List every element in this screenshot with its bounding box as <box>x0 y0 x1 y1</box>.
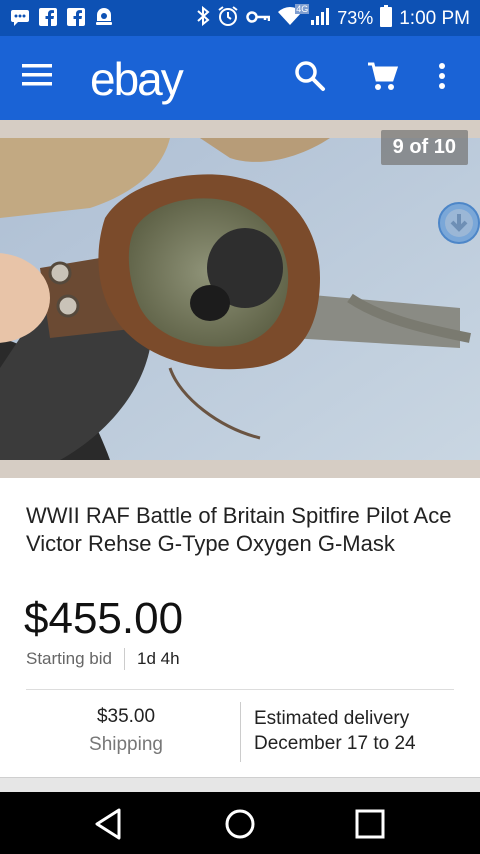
shipping-info[interactable]: $35.00 Shipping <box>26 706 226 756</box>
vpn-key-icon <box>246 8 271 29</box>
time-left: 1d 4h <box>137 649 180 668</box>
delivery-label: Estimated delivery <box>254 708 410 729</box>
more-vert-icon <box>439 63 445 89</box>
download-button[interactable] <box>438 202 480 244</box>
search-icon <box>295 61 325 91</box>
download-icon <box>445 209 473 237</box>
product-photo[interactable] <box>0 138 480 460</box>
alarm-icon <box>217 5 239 32</box>
search-button[interactable] <box>294 60 330 96</box>
delivery-dates: December 17 to 24 <box>254 733 416 754</box>
status-bar: 4G 73% 1:00 PM <box>0 0 480 36</box>
recents-button[interactable] <box>350 804 390 844</box>
divider <box>26 689 454 690</box>
home-icon <box>225 809 255 839</box>
shipping-cost: $35.00 <box>96 706 156 727</box>
bluetooth-icon <box>196 5 210 31</box>
clock: 1:00 PM <box>399 7 470 29</box>
network-type-label: 4G <box>295 4 310 14</box>
back-button[interactable] <box>89 804 129 844</box>
navigation-bar <box>0 792 480 854</box>
bid-type-label: Starting bid <box>26 649 112 668</box>
recents-icon <box>355 809 385 839</box>
app-bar: ebay <box>0 36 480 120</box>
facebook-icon <box>38 7 58 27</box>
vertical-divider <box>240 702 241 762</box>
cart-icon <box>368 62 399 90</box>
delivery-info[interactable]: Estimated delivery December 17 to 24 <box>254 706 474 756</box>
wifi-icon: 4G <box>277 4 310 31</box>
listing-title: WWII RAF Battle of Britain Spitfire Pilo… <box>26 503 452 556</box>
image-counter: 9 of 10 <box>380 130 468 165</box>
image-gallery[interactable]: 9 of 10 <box>0 120 480 478</box>
ebay-notification-icon <box>94 7 114 27</box>
battery-percent: 73% <box>337 8 374 28</box>
cart-button[interactable] <box>366 60 404 96</box>
notification-icons <box>10 7 114 27</box>
listing-price: $455.00 <box>24 594 184 643</box>
battery-icon <box>380 5 393 32</box>
chat-icon <box>10 7 30 27</box>
facebook-icon <box>66 7 86 27</box>
menu-icon <box>22 64 52 86</box>
menu-button[interactable] <box>22 62 62 96</box>
bid-info: Starting bid 1d 4h <box>26 648 180 670</box>
listing-card: WWII RAF Battle of Britain Spitfire Pilo… <box>0 478 480 778</box>
signal-icon <box>310 6 330 31</box>
system-icons: 4G 73% 1:00 PM <box>196 4 470 32</box>
ebay-logo[interactable]: ebay <box>90 52 184 106</box>
more-options-button[interactable] <box>436 60 456 96</box>
product-photo-image <box>0 138 480 460</box>
shipping-label: Shipping <box>89 734 163 755</box>
meta-separator <box>124 648 125 670</box>
back-icon <box>95 808 121 840</box>
home-button[interactable] <box>220 804 260 844</box>
